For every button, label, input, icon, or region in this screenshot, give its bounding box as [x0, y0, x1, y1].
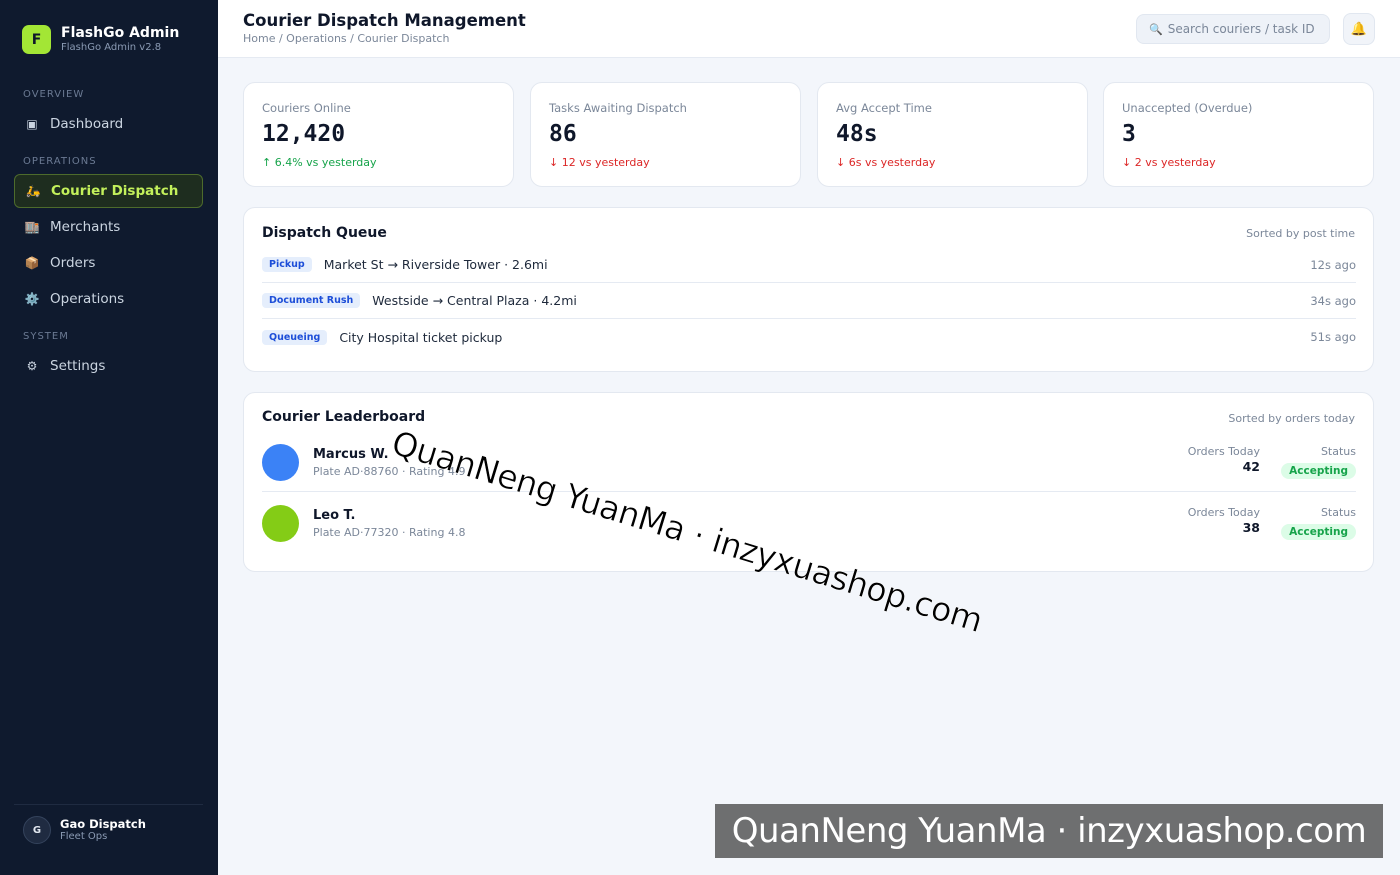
nav-section-operations: OPERATIONS [23, 156, 97, 167]
status-badge: Accepting [1281, 524, 1356, 540]
stat-label: Tasks Awaiting Dispatch [549, 101, 687, 115]
nav-section-system: SYSTEM [23, 331, 69, 342]
sidebar: F FlashGo Admin FlashGo Admin v2.8 OVERV… [0, 0, 218, 875]
brand-version: FlashGo Admin v2.8 [61, 42, 162, 53]
watermark-banner: QuanNeng YuanMa · inzyxuashop.com [715, 804, 1383, 858]
brand-logo: F [22, 25, 51, 54]
task-tag: Queueing [262, 329, 328, 345]
dispatch-queue-card: Dispatch Queue Sorted by post time Picku… [243, 207, 1374, 372]
status-badge: Accepting [1281, 463, 1356, 479]
header: Courier Dispatch Management Home / Opera… [218, 0, 1400, 58]
sidebar-item-label: Orders [50, 255, 96, 271]
stat-value: 12,420 [262, 121, 346, 147]
sidebar-divider [14, 804, 203, 805]
stat-label: Unaccepted (Overdue) [1122, 101, 1253, 115]
stat-card-avg-accept-time: Avg Accept Time 48s ↓ 6s vs yesterday [817, 82, 1088, 187]
sidebar-item-label: Settings [50, 358, 106, 374]
avatar: G [23, 816, 51, 844]
settings-icon: ⚙ [26, 359, 38, 373]
sidebar-item-label: Dashboard [50, 116, 124, 132]
nav-section-overview: OVERVIEW [23, 89, 85, 100]
stat-card-tasks-awaiting: Tasks Awaiting Dispatch 86 ↓ 12 vs yeste… [530, 82, 801, 187]
orders-value: 42 [1242, 459, 1260, 474]
user-role: Fleet Ops [60, 831, 108, 842]
sidebar-item-courier-dispatch[interactable]: 🛵 Courier Dispatch [14, 174, 203, 208]
brand[interactable]: F FlashGo Admin FlashGo Admin v2.8 [22, 25, 179, 54]
leaderboard-row[interactable]: Leo T. Plate AD·77320 · Rating 4.8 Order… [262, 493, 1356, 553]
search-input[interactable] [1167, 22, 1318, 36]
search-icon: 🔍 [1149, 22, 1163, 36]
sidebar-item-dashboard[interactable]: ▣ Dashboard [14, 107, 203, 141]
orders-value: 38 [1242, 520, 1260, 535]
queue-row[interactable]: Pickup Market St → Riverside Tower · 2.6… [262, 247, 1356, 283]
section-note: Sorted by post time [1246, 227, 1355, 240]
stat-value: 3 [1122, 121, 1136, 147]
task-route: Westside → Central Plaza · 4.2mi [372, 293, 577, 308]
status-label: Status [1320, 445, 1356, 458]
queue-row[interactable]: Queueing City Hospital ticket pickup 51s… [262, 319, 1356, 355]
page-title: Courier Dispatch Management [243, 11, 526, 30]
task-tag: Document Rush [262, 293, 361, 308]
courier-avatar [262, 444, 299, 481]
task-route: Market St → Riverside Tower · 2.6mi [323, 257, 548, 272]
scooter-icon: 🛵 [25, 184, 41, 198]
brand-name: FlashGo Admin [61, 25, 180, 41]
courier-leaderboard-card: Courier Leaderboard Sorted by orders tod… [243, 392, 1374, 572]
stat-delta: ↓ 6s vs yesterday [836, 156, 936, 169]
search-box[interactable]: 🔍 [1136, 14, 1330, 44]
stat-delta: ↓ 12 vs yesterday [549, 156, 650, 169]
sidebar-item-merchants[interactable]: 🏬 Merchants [14, 210, 203, 244]
stat-label: Avg Accept Time [836, 101, 932, 115]
gear-icon: ⚙️ [24, 292, 40, 306]
orders-label: Orders Today [1187, 445, 1260, 458]
sidebar-item-label: Operations [50, 291, 125, 307]
stat-delta: ↑ 6.4% vs yesterday [262, 156, 377, 169]
task-route: City Hospital ticket pickup [339, 329, 503, 345]
sidebar-item-label: Merchants [50, 219, 121, 235]
stat-value: 86 [549, 121, 577, 147]
task-time: 51s ago [1310, 330, 1356, 344]
sidebar-item-settings[interactable]: ⚙ Settings [14, 349, 203, 383]
sidebar-item-orders[interactable]: 📦 Orders [14, 246, 203, 280]
stat-card-unaccepted: Unaccepted (Overdue) 3 ↓ 2 vs yesterday [1103, 82, 1374, 187]
task-time: 12s ago [1310, 257, 1356, 272]
task-tag: Pickup [262, 257, 312, 272]
sidebar-item-label: Courier Dispatch [51, 183, 179, 199]
courier-name: Marcus W. [313, 447, 389, 462]
notification-bell-icon[interactable]: 🔔 [1343, 13, 1375, 45]
queue-row[interactable]: Document Rush Westside → Central Plaza ·… [262, 283, 1356, 319]
courier-details: Plate AD·77320 · Rating 4.8 [313, 526, 466, 539]
courier-name: Leo T. [313, 508, 356, 523]
stat-label: Couriers Online [262, 101, 351, 115]
stat-value: 48s [836, 121, 878, 147]
section-title: Dispatch Queue [262, 225, 387, 241]
breadcrumb: Home / Operations / Courier Dispatch [243, 32, 450, 45]
orders-label: Orders Today [1187, 506, 1260, 519]
section-note: Sorted by orders today [1228, 412, 1355, 425]
store-icon: 🏬 [24, 220, 40, 234]
user-name: Gao Dispatch [60, 817, 146, 831]
courier-avatar [262, 505, 299, 542]
stat-card-couriers-online: Couriers Online 12,420 ↑ 6.4% vs yesterd… [243, 82, 514, 187]
sidebar-item-operations[interactable]: ⚙️ Operations [14, 282, 203, 316]
status-label: Status [1320, 506, 1356, 519]
package-icon: 📦 [24, 256, 40, 270]
task-time: 34s ago [1310, 293, 1356, 308]
stat-delta: ↓ 2 vs yesterday [1122, 156, 1216, 169]
dashboard-icon: ▣ [26, 117, 38, 131]
user-profile[interactable]: G Gao Dispatch Fleet Ops [23, 816, 146, 844]
